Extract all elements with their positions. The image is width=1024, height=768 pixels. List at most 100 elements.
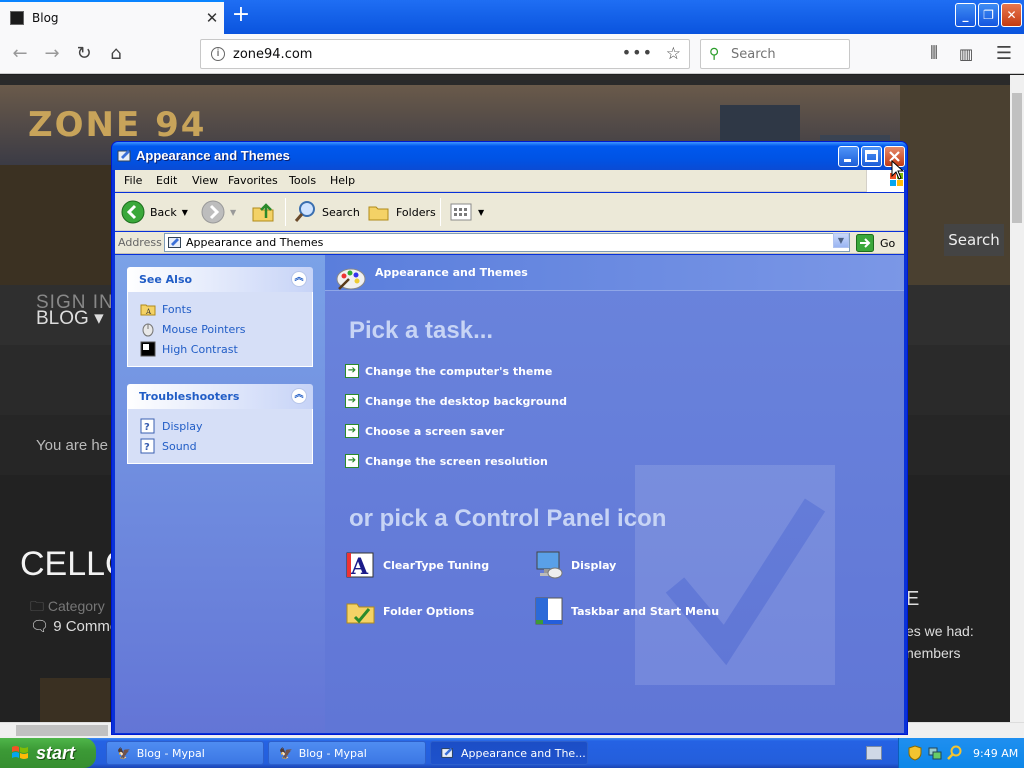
troubleshooter-sound[interactable]: ? Sound	[140, 436, 312, 456]
menu-help[interactable]: Help	[330, 174, 355, 187]
see-also-mouse-pointers[interactable]: Mouse Pointers	[140, 319, 312, 339]
task-change-theme[interactable]: ➔ Change the computer's theme	[345, 364, 552, 378]
restore-button[interactable]: ❐	[978, 3, 999, 27]
high-contrast-icon	[140, 341, 156, 357]
info-icon[interactable]: i	[211, 47, 225, 61]
category-title: Appearance and Themes	[375, 266, 528, 279]
see-also-fonts[interactable]: A Fonts	[140, 299, 312, 319]
mouse-icon	[142, 323, 154, 337]
search-button[interactable]: Search	[293, 200, 360, 224]
system-tray: 9:49 AM	[898, 738, 1024, 768]
browser-nav-bar: ← → ↻ ⌂ i zone94.com ••• ☆ ⚲ Search ⫴ ▥ …	[0, 34, 1024, 74]
search-icon: ⚲	[709, 46, 720, 62]
explorer-title: Appearance and Themes	[136, 148, 290, 163]
display-link[interactable]: Display	[533, 549, 616, 581]
search-placeholder: Search	[731, 47, 776, 62]
menu-edit[interactable]: Edit	[156, 174, 177, 187]
clock[interactable]: 9:49 AM	[973, 747, 1018, 760]
explorer-maximize-button[interactable]	[861, 146, 882, 167]
browser-close-button[interactable]: ✕	[1001, 3, 1022, 27]
explorer-toolbar: Back ▼ ▼ Search Folders ▼	[115, 193, 904, 231]
taskbar-item-blog-1[interactable]: 🦅 Blog - Mypal	[106, 741, 264, 765]
folder-options-link[interactable]: Folder Options	[345, 595, 474, 627]
task-arrow-icon: ➔	[345, 394, 359, 408]
page-vertical-scrollbar[interactable]	[1010, 75, 1024, 723]
bookmark-star-icon[interactable]: ☆	[666, 44, 681, 64]
collapse-chevron-icon[interactable]: ︽	[291, 388, 307, 404]
svg-text:A: A	[350, 554, 369, 580]
task-change-background[interactable]: ➔ Change the desktop background	[345, 394, 567, 408]
explorer-title-bar[interactable]: Appearance and Themes	[112, 142, 907, 170]
address-dropdown-icon[interactable]: ▼	[833, 233, 849, 248]
cleartype-tuning-link[interactable]: A ClearType Tuning	[345, 549, 489, 581]
security-shield-icon[interactable]	[907, 745, 923, 761]
menu-icon[interactable]: ☰	[992, 42, 1016, 66]
sign-in-link[interactable]: SIGN IN	[36, 292, 114, 314]
sidebar-icon[interactable]: ▥	[954, 42, 978, 66]
fonts-folder-icon: A	[140, 304, 156, 316]
page-actions-icon[interactable]: •••	[622, 43, 653, 62]
collapse-chevron-icon[interactable]: ︽	[291, 271, 307, 287]
site-logo[interactable]: ZONE 94	[28, 105, 206, 145]
menu-tools[interactable]: Tools	[289, 174, 316, 187]
troubleshooter-display[interactable]: ? Display	[140, 416, 312, 436]
troubleshooters-header[interactable]: Troubleshooters ︽	[127, 384, 313, 409]
menu-file[interactable]: File	[124, 174, 142, 187]
go-button[interactable]: Go	[856, 234, 895, 252]
network-icon[interactable]	[927, 745, 943, 761]
task-screen-saver[interactable]: ➔ Choose a screen saver	[345, 424, 504, 438]
back-button[interactable]: Back ▼	[121, 200, 188, 224]
taskbar-start-menu-link[interactable]: Taskbar and Start Menu	[533, 595, 719, 627]
mypal-icon: 🦅	[117, 746, 131, 760]
address-bar: Address Appearance and Themes ▼ Go	[115, 232, 904, 254]
troubleshooters-panel: Troubleshooters ︽ ? Display ? Sound	[127, 384, 313, 464]
folders-button[interactable]: Folders	[367, 200, 436, 224]
right-heading: E	[906, 588, 920, 610]
views-button[interactable]: ▼	[449, 200, 484, 224]
folders-icon	[368, 206, 389, 221]
new-tab-button[interactable]: +	[228, 3, 254, 29]
explorer-minimize-button[interactable]	[838, 146, 859, 167]
views-icon	[450, 203, 472, 221]
home-icon[interactable]: ⌂	[104, 42, 128, 66]
menu-view[interactable]: View	[192, 174, 218, 187]
taskbar-item-blog-2[interactable]: 🦅 Blog - Mypal	[268, 741, 426, 765]
control-panel-icon	[441, 747, 453, 758]
explorer-window: Appearance and Themes File Edit View Fav…	[111, 141, 908, 735]
see-also-high-contrast[interactable]: High Contrast	[140, 339, 312, 359]
see-also-header[interactable]: See Also ︽	[127, 267, 313, 292]
see-also-panel: See Also ︽ A Fonts Mouse Pointers High C…	[127, 267, 313, 367]
watermark-icon	[635, 465, 835, 685]
task-pane: See Also ︽ A Fonts Mouse Pointers High C…	[115, 255, 325, 733]
taskbar-item-appearance[interactable]: Appearance and The...	[430, 741, 588, 765]
library-icon[interactable]: ⫴	[922, 42, 946, 66]
search-tray-icon[interactable]	[947, 745, 963, 761]
task-arrow-icon: ➔	[345, 424, 359, 438]
right-text-line2: nembers	[906, 645, 961, 661]
url-bar[interactable]: i zone94.com ••• ☆	[200, 39, 690, 69]
browser-search-input[interactable]: ⚲ Search	[700, 39, 850, 69]
up-folder-button[interactable]	[251, 200, 275, 224]
reload-icon[interactable]: ↻	[72, 42, 96, 66]
keyboard-layout-icon[interactable]	[866, 746, 882, 760]
start-button[interactable]: start	[0, 738, 96, 768]
pick-task-heading: Pick a task...	[349, 317, 494, 344]
display-icon	[536, 551, 563, 579]
minimize-button[interactable]: _	[955, 3, 976, 27]
task-screen-resolution[interactable]: ➔ Change the screen resolution	[345, 454, 548, 468]
post-comments[interactable]: 🗨 9 Comme	[30, 617, 118, 635]
forward-icon[interactable]: →	[40, 42, 64, 66]
post-thumbnail[interactable]	[40, 678, 110, 724]
forward-button[interactable]: ▼	[201, 200, 236, 224]
browser-tab-bar: Blog ✕ + _ ❐ ✕	[0, 0, 1024, 34]
page-search-button[interactable]: Search	[944, 224, 1004, 256]
category-header: Appearance and Themes	[325, 255, 904, 291]
menu-favorites[interactable]: Favorites	[228, 174, 278, 187]
address-input[interactable]: Appearance and Themes	[164, 233, 850, 252]
browser-window-controls: _ ❐ ✕	[955, 3, 1022, 27]
tab-title: Blog	[32, 11, 59, 25]
url-text[interactable]: zone94.com	[233, 47, 312, 62]
back-icon[interactable]: ←	[8, 42, 32, 66]
tab-close-icon[interactable]: ✕	[200, 9, 224, 27]
browser-tab[interactable]: Blog ✕	[0, 0, 224, 34]
